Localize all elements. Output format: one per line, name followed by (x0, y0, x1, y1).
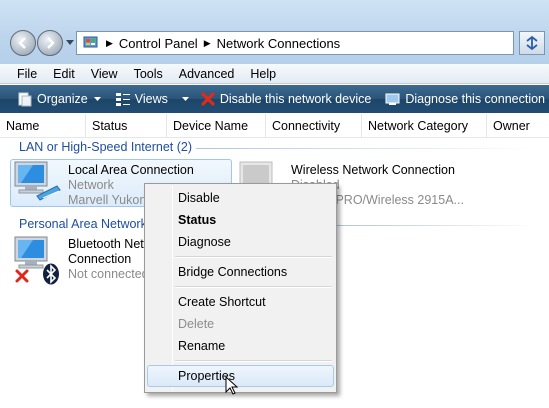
breadcrumb-arrow-icon[interactable]: ▶ (106, 38, 113, 49)
diagnose-connection-button[interactable]: Diagnose this connection (385, 91, 545, 107)
forward-arrow-icon (47, 37, 55, 49)
context-menu: Disable Status Diagnose Bridge Connectio… (144, 183, 337, 393)
views-label: Views (134, 92, 168, 106)
refresh-button[interactable] (519, 31, 545, 55)
menu-tools[interactable]: Tools (126, 67, 171, 81)
local-area-connection-status: Network (68, 178, 114, 192)
context-menu-delete: Delete (178, 317, 215, 331)
wireless-connection-name[interactable]: Wireless Network Connection (291, 163, 455, 178)
menu-bar: File Edit View Tools Advanced Help (0, 64, 549, 84)
recent-pages-dropdown[interactable] (66, 38, 74, 46)
local-area-connection-name[interactable]: Local Area Connection (68, 163, 194, 178)
context-menu-disable[interactable]: Disable (147, 187, 334, 209)
context-menu-separator (175, 256, 332, 258)
views-icon (115, 93, 130, 106)
disable-device-button[interactable]: Disable this network device (200, 91, 371, 107)
command-toolbar: Organize Views Disable this network devi… (0, 85, 549, 113)
local-area-connection-icon[interactable] (13, 160, 63, 206)
forward-button[interactable] (37, 30, 63, 56)
context-menu-separator (175, 286, 332, 288)
chevron-down-icon (93, 97, 101, 101)
column-connectivity[interactable]: Connectivity (266, 114, 362, 138)
column-status[interactable]: Status (86, 114, 167, 138)
breadcrumb-control-panel[interactable]: Control Panel (119, 36, 198, 51)
column-device-name[interactable]: Device Name (167, 114, 266, 138)
mouse-cursor-icon (225, 376, 239, 395)
menu-help[interactable]: Help (242, 67, 284, 81)
back-button[interactable] (10, 30, 36, 56)
back-arrow-icon (18, 37, 26, 49)
bluetooth-icon (43, 263, 59, 285)
diagnose-icon (385, 93, 400, 105)
context-menu-bridge-connections[interactable]: Bridge Connections (147, 261, 334, 283)
organize-icon (18, 92, 32, 107)
local-area-connection-device: Marvell Yukon (68, 193, 147, 207)
address-bar-region: ▶ Control Panel ▶ Network Connections (0, 0, 549, 64)
group-divider (337, 225, 537, 226)
context-menu-properties[interactable]: Properties (147, 365, 334, 387)
group-title-lan[interactable]: LAN or High-Speed Internet (2) (19, 140, 192, 154)
column-network-category[interactable]: Network Category (362, 114, 487, 138)
diagnose-connection-label: Diagnose this connection (405, 92, 546, 106)
address-box[interactable]: ▶ Control Panel ▶ Network Connections (76, 31, 514, 55)
views-button[interactable]: Views (115, 91, 189, 107)
control-panel-icon (82, 35, 100, 51)
context-menu-separator (175, 360, 332, 362)
group-title-pan[interactable]: Personal Area Network (19, 217, 147, 231)
column-name[interactable]: Name (0, 114, 86, 138)
menu-advanced[interactable]: Advanced (171, 67, 243, 81)
bluetooth-connection-name-line2[interactable]: Connection (68, 252, 131, 267)
organize-label: Organize (37, 92, 88, 106)
refresh-icon (526, 35, 538, 51)
breadcrumb-network-connections[interactable]: Network Connections (217, 36, 341, 51)
context-menu-diagnose[interactable]: Diagnose (147, 231, 334, 253)
chevron-down-icon (181, 97, 189, 101)
not-connected-x-icon (15, 269, 29, 283)
context-menu-create-shortcut[interactable]: Create Shortcut (147, 291, 334, 313)
red-x-icon (201, 92, 215, 106)
group-divider (196, 148, 536, 149)
context-menu-status[interactable]: Status (147, 209, 334, 231)
organize-button[interactable]: Organize (17, 91, 101, 107)
breadcrumb-arrow-icon[interactable]: ▶ (204, 38, 211, 49)
bluetooth-connection-status: Not connected (68, 267, 149, 281)
column-header-row: Name Status Device Name Connectivity Net… (0, 114, 549, 138)
menu-edit[interactable]: Edit (45, 67, 83, 81)
menu-file[interactable]: File (0, 67, 45, 81)
menu-view[interactable]: View (83, 67, 126, 81)
disable-device-label: Disable this network device (219, 92, 372, 106)
column-owner[interactable]: Owner (487, 114, 549, 138)
context-menu-rename[interactable]: Rename (147, 335, 334, 357)
